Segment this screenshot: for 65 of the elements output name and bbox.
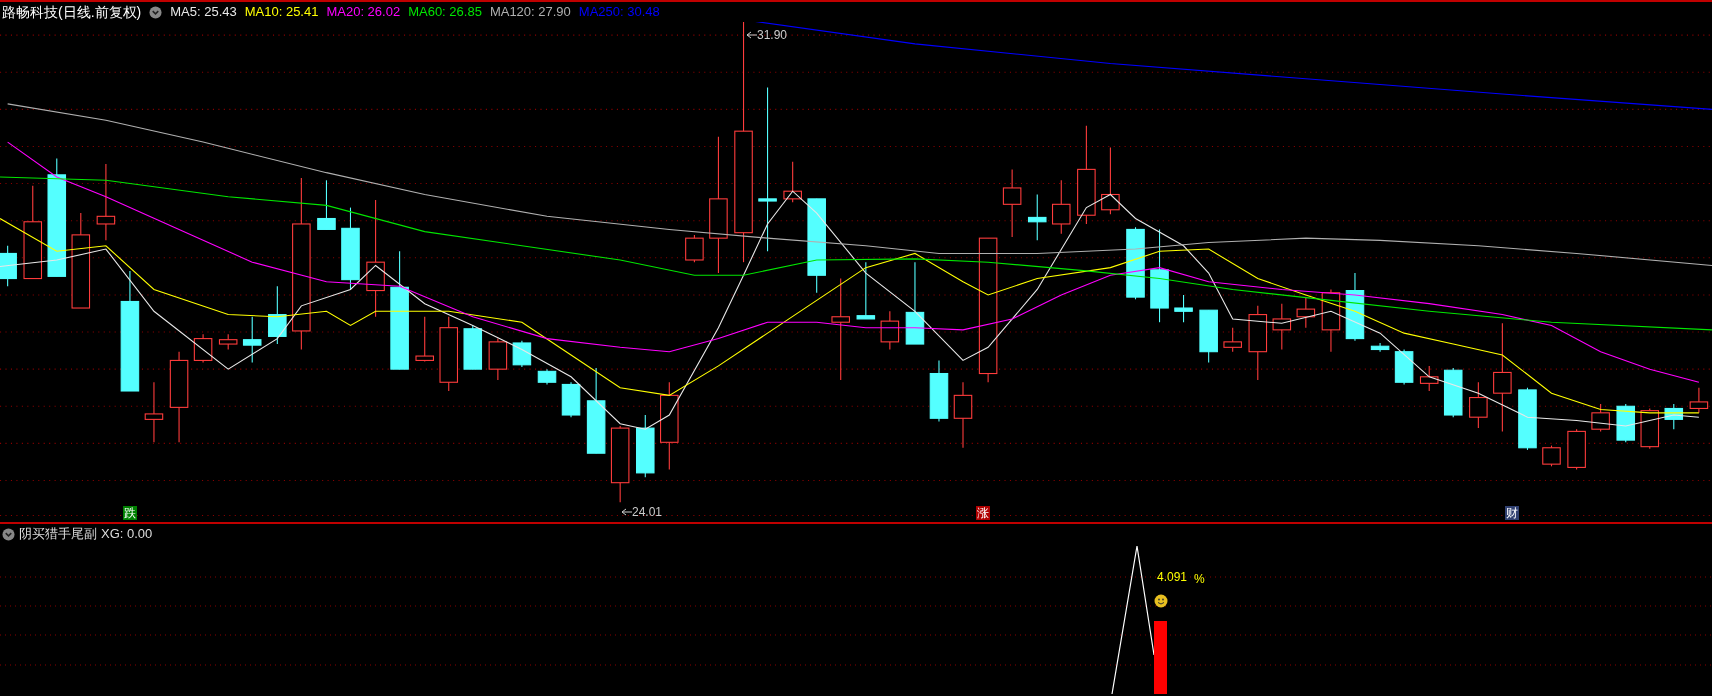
candlestick — [463, 324, 483, 370]
candlestick — [242, 316, 262, 364]
pointer-arrow-icon — [747, 31, 757, 39]
candlestick — [1027, 193, 1047, 241]
candlestick — [1616, 403, 1636, 443]
ma-legend-label: MA250: 30.48 — [578, 3, 660, 22]
candlestick — [1689, 387, 1709, 414]
candlestick — [488, 338, 508, 381]
ma-legend-label: MA5: 25.43 — [170, 3, 237, 22]
candlestick — [1174, 294, 1193, 323]
indicator-title: 阴买猎手尾副 — [19, 525, 97, 544]
candlestick — [1002, 168, 1022, 238]
candlestick — [512, 340, 532, 368]
candlestick — [1469, 381, 1488, 429]
candlestick — [1223, 327, 1242, 353]
indicator-reading: XG: 0.00 — [101, 525, 153, 544]
signal-unit: % — [1194, 572, 1205, 586]
candlestick — [317, 179, 336, 230]
candlestick — [0, 245, 17, 287]
candlestick — [1370, 342, 1390, 353]
candlestick — [1443, 367, 1463, 418]
candlestick — [1419, 365, 1439, 392]
candlestick — [193, 333, 213, 364]
ma-legend-label: MA60: 26.85 — [408, 3, 482, 22]
candlestick — [929, 359, 949, 423]
dropdown-icon[interactable] — [149, 5, 163, 19]
candlestick — [1394, 348, 1414, 385]
event-marker: 涨 — [976, 506, 990, 520]
candlestick — [685, 234, 704, 263]
candlestick — [1518, 387, 1537, 451]
candlestick — [1591, 403, 1610, 432]
ma-legend-label: MA120: 27.90 — [489, 3, 571, 22]
price-label: 24.01 — [632, 505, 663, 519]
candlestick — [144, 381, 164, 443]
price-label: 31.90 — [757, 28, 788, 42]
ma-legend-label: MA20: 26.02 — [326, 3, 401, 22]
candlestick — [268, 285, 287, 345]
ma-legend-label: MA10: 25.41 — [244, 3, 319, 22]
pointer-arrow-icon — [622, 508, 632, 516]
candlestick — [1321, 288, 1341, 353]
event-marker: 财 — [1505, 506, 1519, 520]
smiley-icon — [1154, 594, 1168, 608]
signal-value: 4.091 — [1157, 570, 1188, 584]
candlestick — [1272, 303, 1292, 351]
candlestick — [1664, 403, 1684, 430]
candlestick — [636, 414, 655, 478]
candlestick — [1640, 407, 1660, 450]
candlestick — [1199, 309, 1218, 364]
candlestick — [856, 261, 876, 320]
candlestick — [218, 333, 238, 351]
candlestick — [1052, 179, 1071, 235]
event-marker: 跌 — [123, 506, 137, 520]
candlestick — [1296, 296, 1316, 329]
candlestick — [537, 368, 557, 385]
candlestick — [1542, 445, 1561, 467]
candlestick — [1101, 147, 1120, 215]
candlestick — [561, 381, 581, 418]
candlestick — [783, 161, 802, 203]
candlestick — [880, 310, 900, 351]
candlestick — [1567, 428, 1586, 471]
candlestick — [415, 316, 434, 363]
candlestick — [1345, 272, 1365, 342]
candlestick — [953, 381, 973, 449]
stock-title: 路畅科技(日线.前复权) — [2, 2, 142, 22]
dropdown-icon[interactable] — [2, 527, 15, 541]
